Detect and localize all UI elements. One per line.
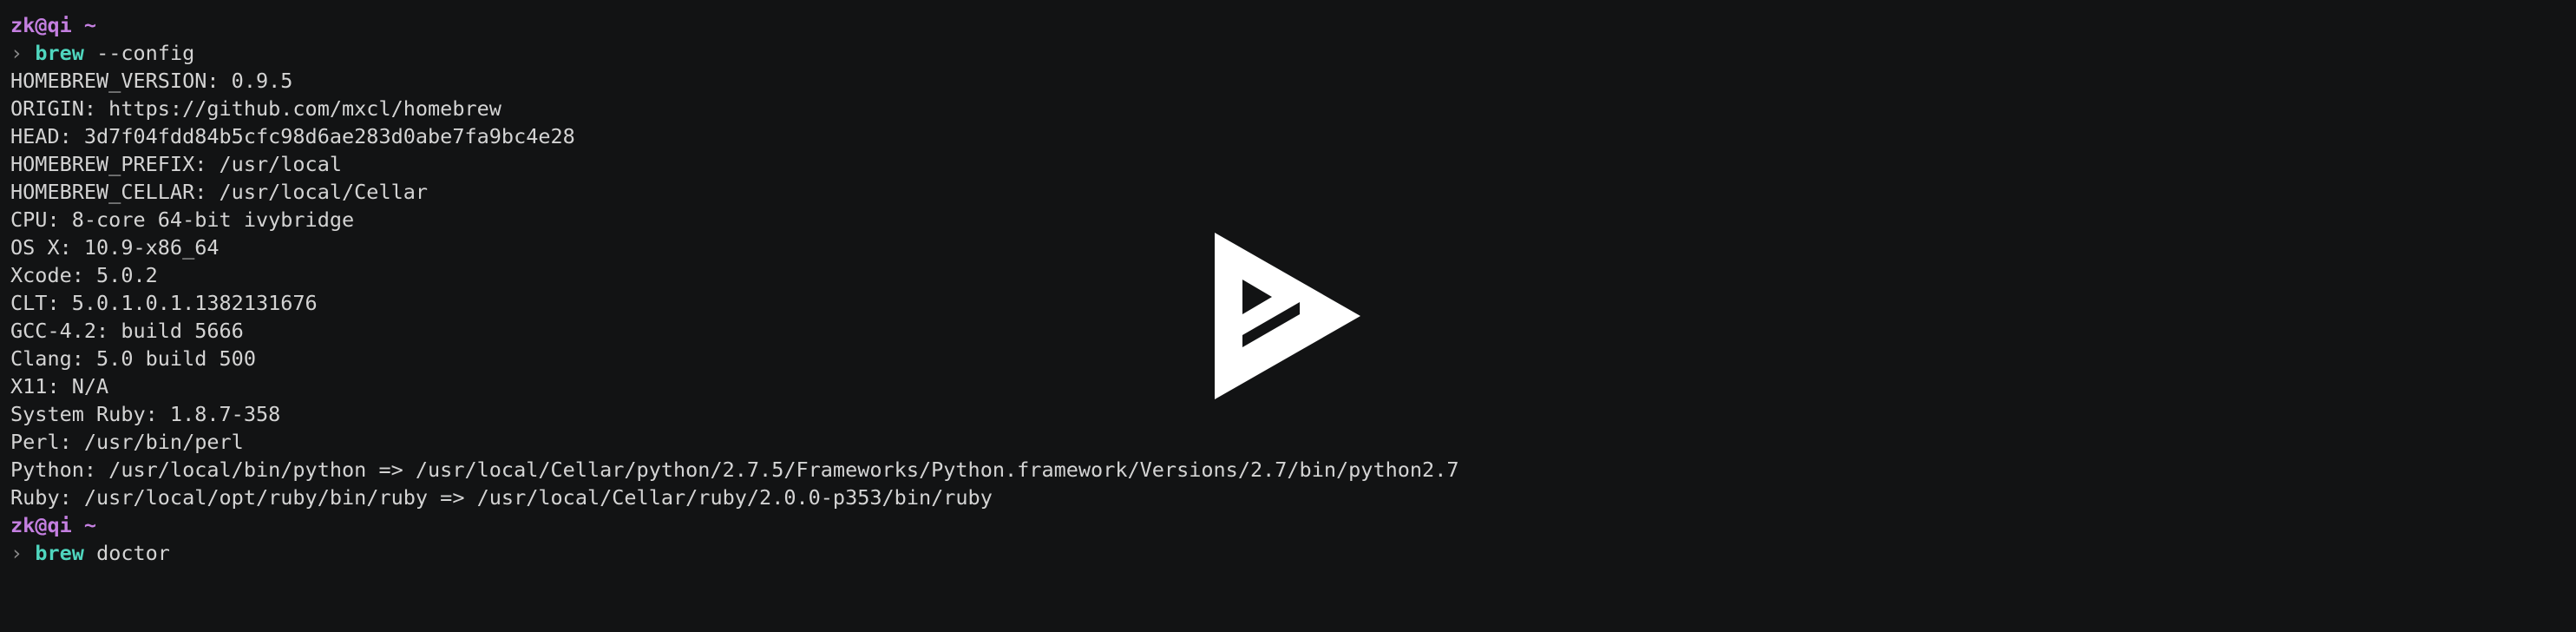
output-line: Python: /usr/local/bin/python => /usr/lo… xyxy=(10,458,1459,482)
prompt-user: zk@qi xyxy=(10,13,72,37)
prompt-arrow-icon: › xyxy=(10,541,23,565)
asciinema-play-icon[interactable] xyxy=(1206,226,1371,406)
output-line: HEAD: 3d7f04fdd84b5cfc98d6ae283d0abe7fa9… xyxy=(10,124,575,148)
prompt-line-1: zk@qi ~ xyxy=(10,11,2561,39)
play-button[interactable] xyxy=(1206,226,1371,406)
command-args: --config xyxy=(96,41,195,65)
command-line-2: › brew doctor xyxy=(10,539,2561,567)
output-line: ORIGIN: https://github.com/mxcl/homebrew xyxy=(10,96,501,121)
prompt-user: zk@qi xyxy=(10,513,72,537)
output-line: HOMEBREW_VERSION: 0.9.5 xyxy=(10,69,293,93)
prompt-directory: ~ xyxy=(83,513,97,537)
output-line: Ruby: /usr/local/opt/ruby/bin/ruby => /u… xyxy=(10,485,993,510)
prompt-line-2: zk@qi ~ xyxy=(10,511,2561,539)
output-line: Perl: /usr/bin/perl xyxy=(10,430,244,454)
output-line: HOMEBREW_PREFIX: /usr/local xyxy=(10,152,343,176)
prompt-arrow-icon: › xyxy=(10,41,23,65)
command-name: brew xyxy=(35,541,84,565)
prompt-directory: ~ xyxy=(83,13,97,37)
output-line: HOMEBREW_CELLAR: /usr/local/Cellar xyxy=(10,180,429,204)
command-name: brew xyxy=(35,41,84,65)
command-args: doctor xyxy=(96,541,170,565)
command-line-1: › brew --config xyxy=(10,39,2561,67)
